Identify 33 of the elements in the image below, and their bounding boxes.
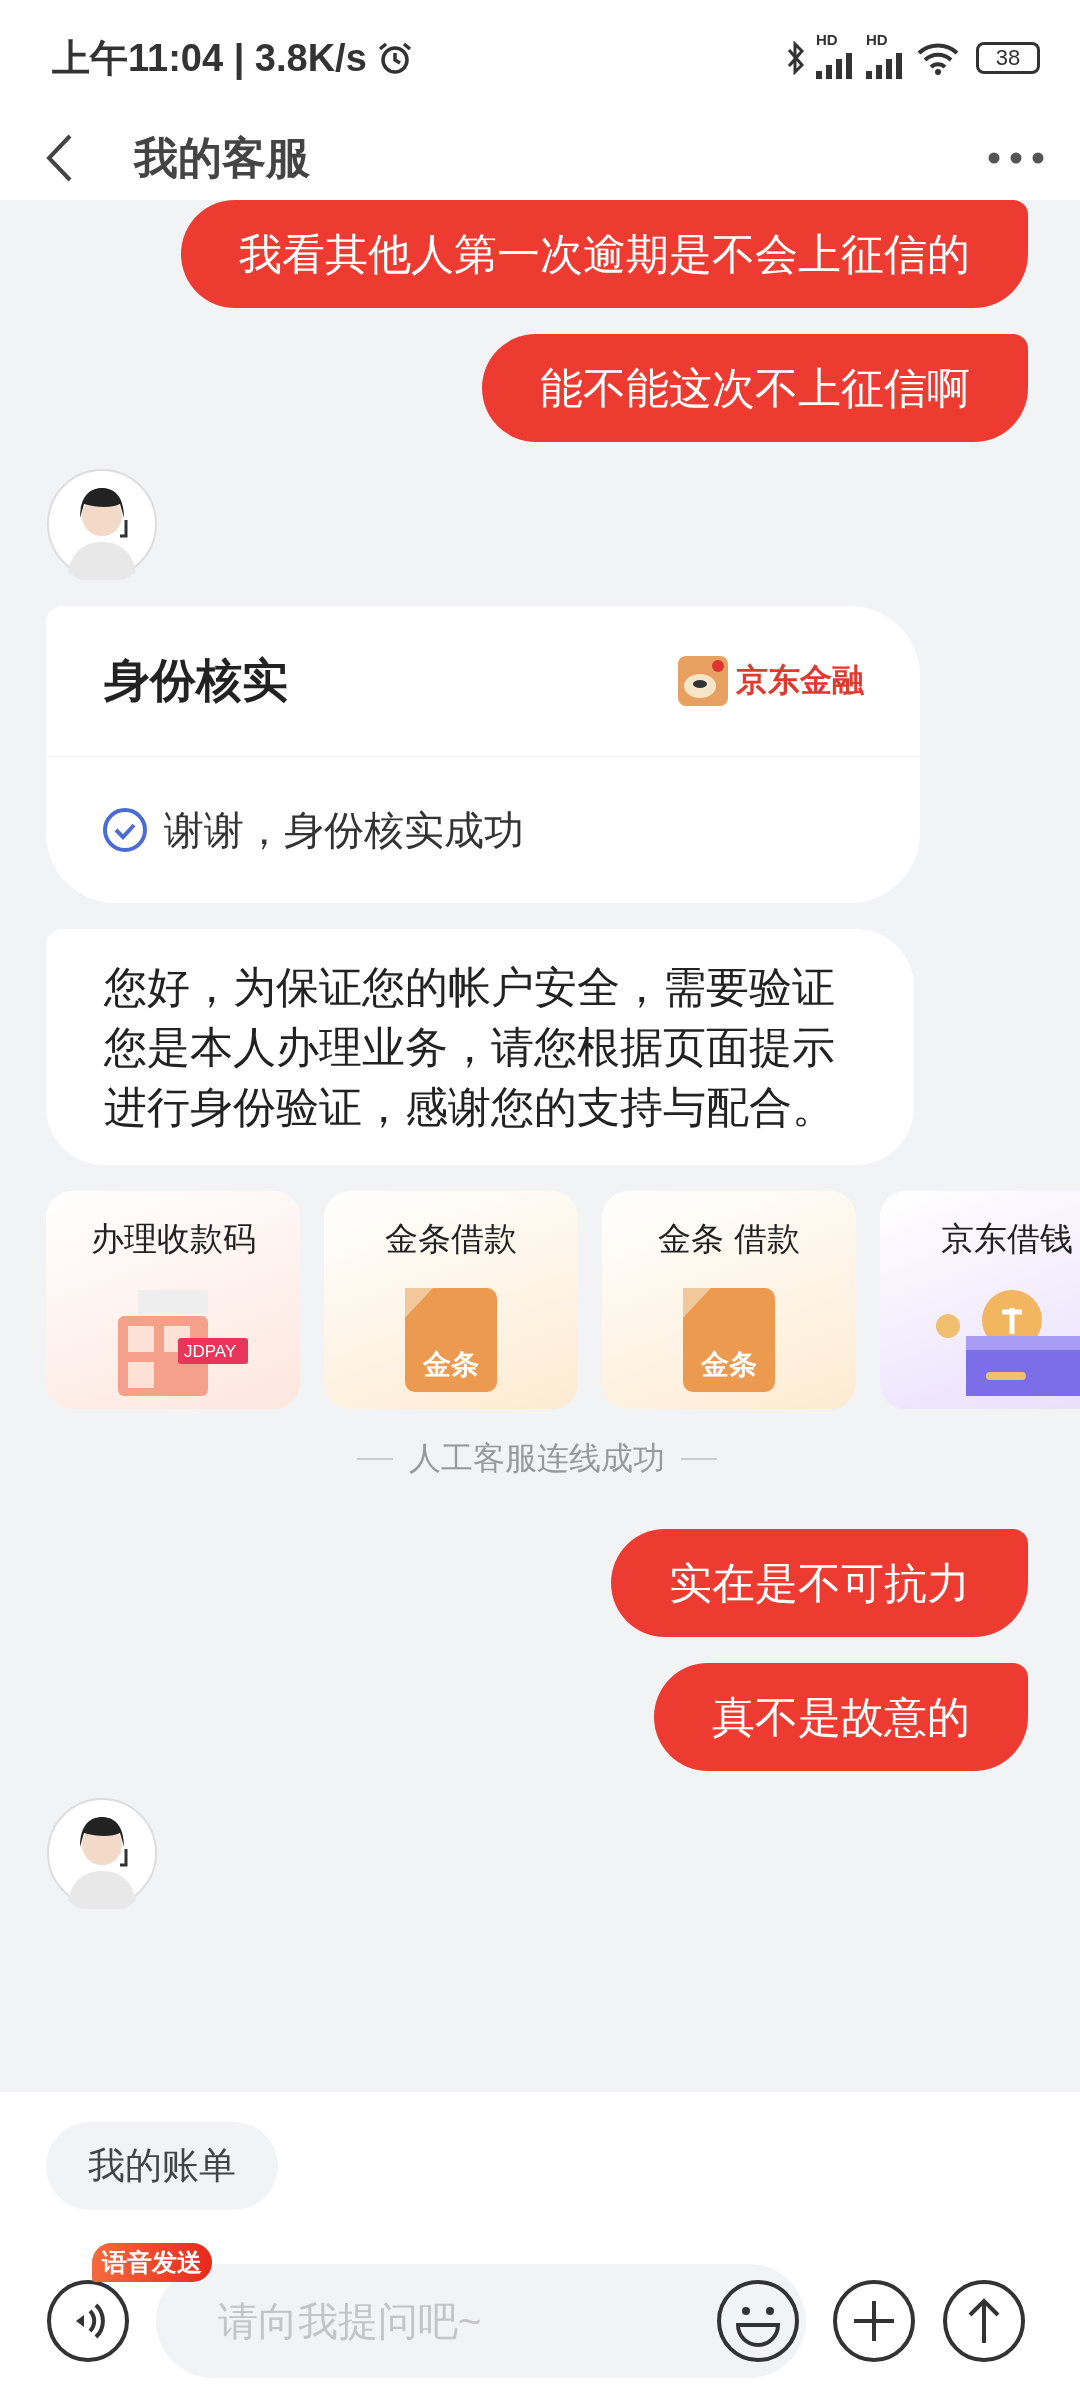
check-icon (102, 807, 148, 853)
sent-message: 能不能这次不上征信啊 (482, 334, 1028, 442)
send-icon[interactable] (942, 2279, 1026, 2363)
more-icon[interactable] (988, 152, 1044, 164)
sent-message: 我看其他人第一次逾期是不会上征信的 (181, 200, 1028, 308)
bluetooth-icon (786, 41, 806, 75)
hd-label: HD (866, 31, 888, 48)
received-message: 您好，为保证您的帐户安全，需要验证您是本人办理业务，请您根据页面提示进行身份验证，感谢您的支持与配合。 (46, 929, 914, 1165)
add-icon[interactable] (832, 2279, 916, 2363)
quick-reply-chip[interactable]: 我的账单 (46, 2122, 278, 2210)
back-icon[interactable] (44, 133, 74, 183)
service-card[interactable]: 金条借款 金条 (324, 1191, 578, 1409)
hd-label: HD (816, 31, 838, 48)
status-time: 上午11:04 | 3.8K/s (52, 35, 367, 82)
card-title: 身份核实 (104, 653, 288, 708)
battery-indicator: 38 (976, 42, 1040, 74)
brand-name: 京东金融 (736, 661, 864, 700)
app-tile-icon: 金条 (683, 1288, 775, 1392)
wifi-icon (916, 41, 960, 75)
system-notice: 人工客服连线成功 (409, 1439, 665, 1478)
sent-message: 实在是不可抗力 (611, 1529, 1028, 1637)
verification-result: 谢谢，身份核实成功 (164, 806, 524, 854)
sent-message: 真不是故意的 (654, 1663, 1028, 1771)
service-card[interactable]: 办理收款码 JDPAY (46, 1191, 300, 1409)
service-card[interactable]: 金条 借款 金条 (602, 1191, 856, 1409)
logo-icon (678, 656, 728, 706)
emoji-icon[interactable] (716, 2279, 800, 2363)
service-card[interactable]: 京东借钱 (880, 1191, 1080, 1409)
voice-send-badge: 语音发送 (92, 2243, 212, 2282)
app-tile-icon: 金条 (405, 1288, 497, 1392)
page-title: 我的客服 (134, 131, 311, 184)
alarm-icon (376, 40, 413, 76)
voice-icon[interactable] (46, 2279, 130, 2363)
